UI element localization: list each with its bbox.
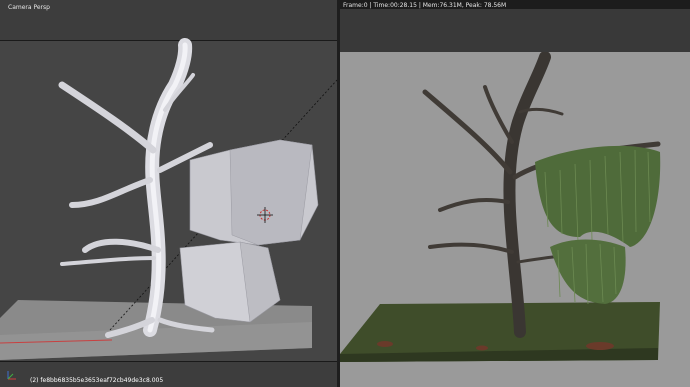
- branch-left-upper: [58, 81, 157, 154]
- axis-gizmo-icon: [7, 371, 16, 380]
- render-rock-3: [586, 342, 614, 350]
- branch-left-low: [60, 256, 156, 266]
- leaf-mesh-upper-face: [229, 139, 313, 246]
- render-view[interactable]: Frame:0 | Time:00:28.15 | Mem:76.31M, Pe…: [340, 0, 690, 387]
- viewport-object-info: (2) fe8bb6835b5e3653eaf72cb49de3c8.005: [30, 377, 164, 384]
- branch-left-mid: [69, 177, 153, 208]
- 3d-viewport[interactable]: Camera Persp (2) fe8bb6835b5e3653eaf72cb…: [0, 0, 337, 387]
- branch-left-lower: [82, 238, 161, 253]
- render-stats: Frame:0 | Time:00:28.15 | Mem:76.31M, Pe…: [343, 2, 507, 9]
- render-rock-1: [377, 341, 393, 347]
- viewport-scene[interactable]: [0, 0, 337, 387]
- viewport-title: Camera Persp: [8, 4, 50, 11]
- render-rock-2: [476, 345, 488, 351]
- render-image[interactable]: [340, 52, 690, 387]
